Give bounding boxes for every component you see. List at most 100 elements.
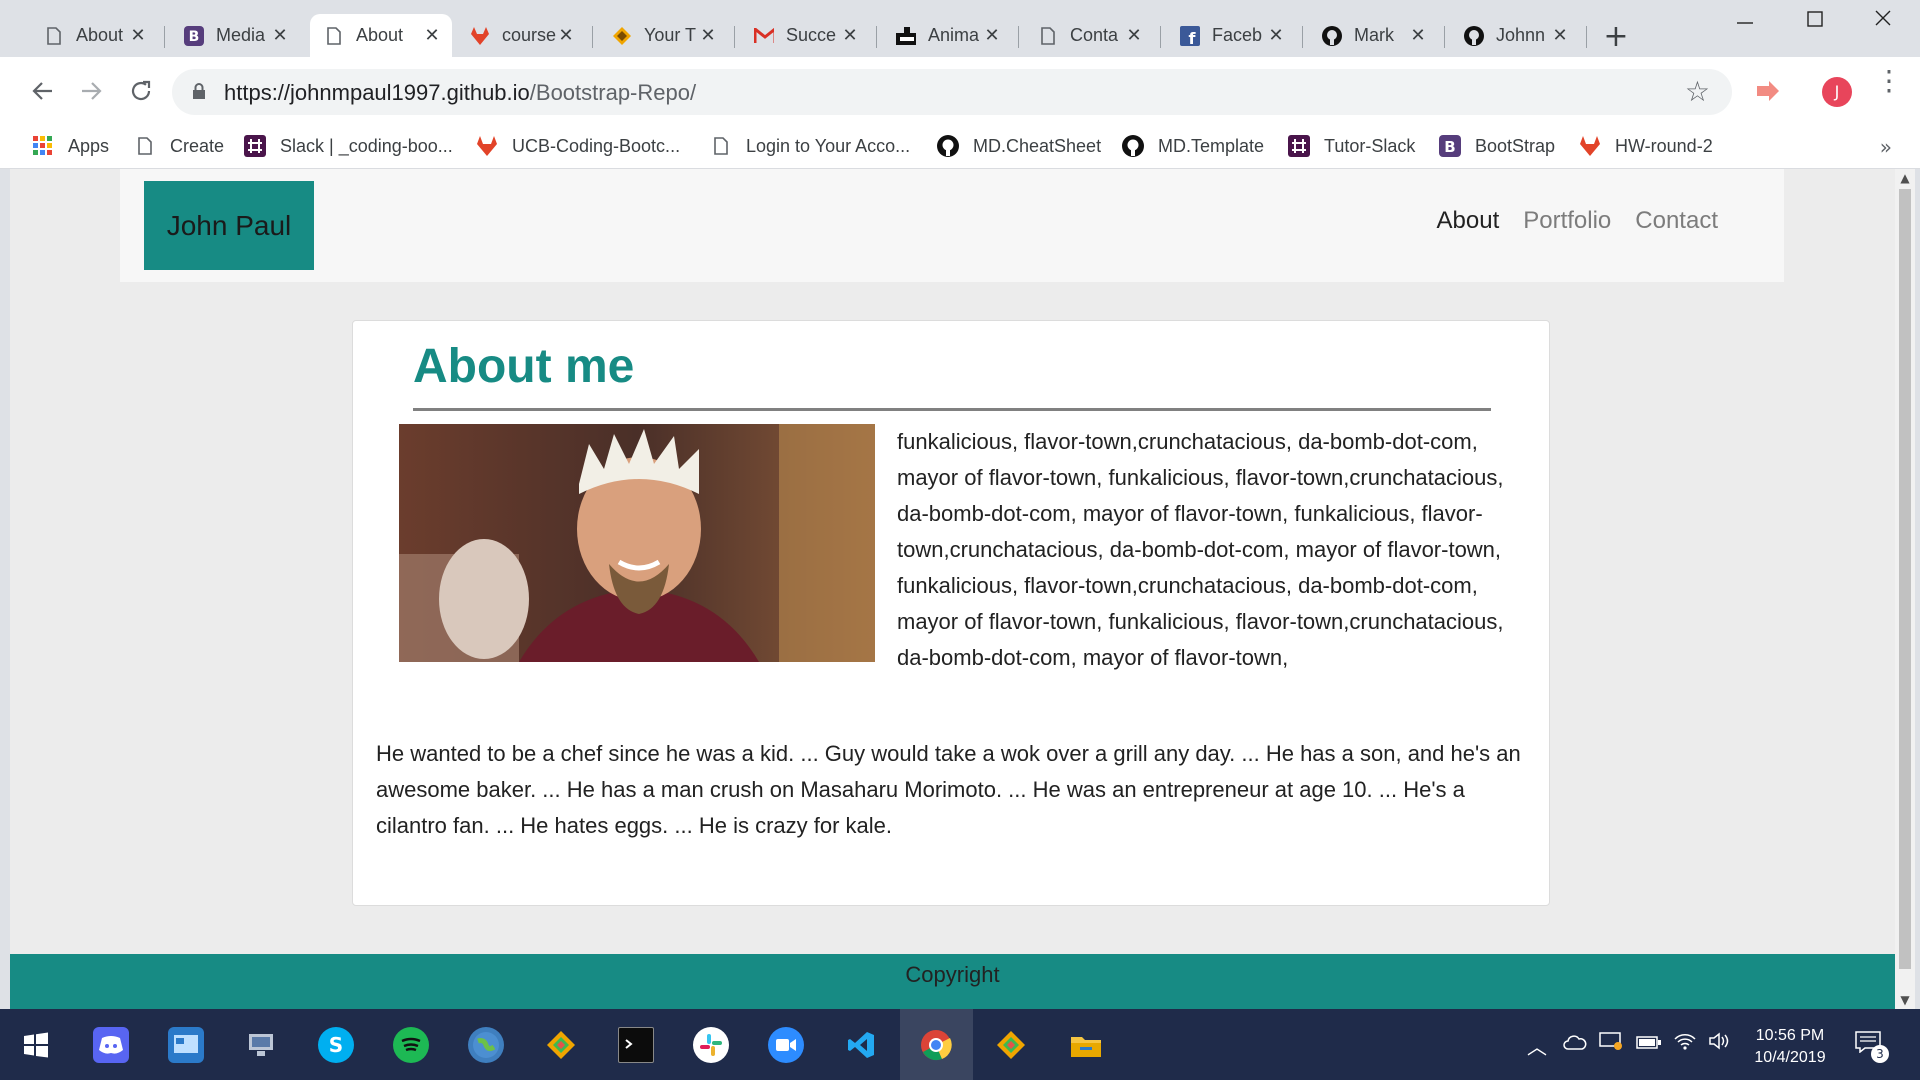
tab-1[interactable]: About ✕ bbox=[30, 14, 158, 57]
tab-separator bbox=[1586, 26, 1587, 48]
tab-10[interactable]: Mark ✕ bbox=[1308, 14, 1438, 57]
back-button[interactable] bbox=[25, 73, 61, 109]
minimize-button[interactable] bbox=[1720, 8, 1770, 38]
close-icon[interactable]: ✕ bbox=[270, 25, 290, 46]
bookmark-hw-round-2[interactable]: HW-round-2 bbox=[1579, 135, 1713, 157]
slack-icon[interactable] bbox=[693, 1027, 729, 1063]
browser-menu-icon[interactable]: ⋮ bbox=[1875, 67, 1903, 95]
close-icon[interactable]: ✕ bbox=[128, 25, 148, 46]
new-tab-button[interactable]: + bbox=[1600, 22, 1632, 54]
bookmark-label: Slack | _coding-boo... bbox=[280, 135, 453, 156]
apps-grid-icon bbox=[32, 135, 54, 157]
brand-logo[interactable]: John Paul bbox=[144, 181, 314, 270]
bookmark-md-template[interactable]: MD.Template bbox=[1122, 135, 1264, 157]
battery-icon[interactable] bbox=[1636, 1031, 1662, 1055]
control-panel-icon[interactable] bbox=[168, 1027, 204, 1063]
tab-3-active[interactable]: About ✕ bbox=[310, 14, 452, 57]
bookmark-md-cheatsheet[interactable]: MD.CheatSheet bbox=[937, 135, 1101, 157]
windows-start-icon[interactable] bbox=[18, 1027, 54, 1063]
scroll-thumb[interactable] bbox=[1899, 189, 1911, 969]
close-icon[interactable]: ✕ bbox=[698, 25, 718, 46]
close-window-button[interactable] bbox=[1858, 8, 1908, 38]
chrome-icon[interactable] bbox=[918, 1027, 954, 1063]
tab-title: Faceb bbox=[1212, 25, 1263, 45]
tab-5[interactable]: Your T ✕ bbox=[598, 14, 728, 57]
profile-avatar[interactable]: J bbox=[1822, 77, 1852, 107]
maximize-button[interactable] bbox=[1790, 8, 1840, 38]
git-kraken-icon[interactable] bbox=[993, 1027, 1029, 1063]
address-bar[interactable]: https://johnmpaul1997.github.io/Bootstra… bbox=[172, 69, 1732, 115]
taskbar-clock[interactable]: 10:56 PM 10/4/2019 bbox=[1745, 1025, 1835, 1069]
nav-contact-link[interactable]: Contact bbox=[1635, 207, 1718, 235]
network-icon[interactable] bbox=[243, 1027, 279, 1063]
about-card: About me funkalicious, flavor-town,crunc… bbox=[352, 320, 1550, 906]
slack-icon bbox=[244, 135, 266, 157]
close-icon[interactable]: ✕ bbox=[1408, 25, 1428, 46]
bookmark-login[interactable]: Login to Your Acco... bbox=[710, 135, 910, 157]
about-paragraph-2: He wanted to be a chef since he was a ki… bbox=[376, 741, 1521, 838]
page-scrollbar[interactable]: ▲ ▼ bbox=[1895, 169, 1915, 1009]
nav-portfolio-link[interactable]: Portfolio bbox=[1523, 207, 1611, 235]
onedrive-icon[interactable] bbox=[1563, 1031, 1587, 1055]
trello-icon bbox=[612, 26, 632, 46]
bookmarks-bar: Apps Create Slack | _coding-boo... UCB-C… bbox=[0, 127, 1920, 169]
bookmark-apps[interactable]: Apps bbox=[32, 135, 109, 157]
url-text: https://johnmpaul1997.github.io/Bootstra… bbox=[224, 80, 696, 106]
close-icon[interactable]: ✕ bbox=[982, 25, 1002, 46]
scroll-down-arrow-icon[interactable]: ▼ bbox=[1898, 993, 1912, 1007]
tab-7[interactable]: Anima ✕ bbox=[882, 14, 1012, 57]
bookmark-ucb-coding[interactable]: UCB-Coding-Bootc... bbox=[476, 135, 680, 157]
tab-9[interactable]: f Faceb ✕ bbox=[1166, 14, 1296, 57]
notification-center-icon[interactable]: 3 bbox=[1855, 1031, 1889, 1063]
bookmark-slack[interactable]: Slack | _coding-boo... bbox=[244, 135, 453, 157]
tab-6[interactable]: Succe ✕ bbox=[740, 14, 870, 57]
windows-taskbar: S ︿ 10:56 PM 10/4/2019 3 bbox=[0, 1009, 1920, 1080]
terminal-icon[interactable] bbox=[618, 1027, 654, 1063]
nav-links: About Portfolio Contact bbox=[1437, 207, 1718, 235]
bookmarks-overflow-button[interactable]: » bbox=[1880, 135, 1892, 159]
bookmark-tutor-slack[interactable]: Tutor-Slack bbox=[1288, 135, 1415, 157]
close-icon[interactable]: ✕ bbox=[1266, 25, 1286, 46]
tab-4[interactable]: course ✕ bbox=[456, 14, 586, 57]
url-host: https://johnmpaul1997.github.io bbox=[224, 80, 530, 105]
bookmark-label: UCB-Coding-Bootc... bbox=[512, 135, 681, 156]
zoom-icon[interactable] bbox=[768, 1027, 804, 1063]
svg-text:f: f bbox=[1189, 29, 1197, 46]
profile-photo bbox=[399, 424, 875, 662]
spotify-icon[interactable] bbox=[393, 1027, 429, 1063]
skype-icon[interactable]: S bbox=[318, 1027, 354, 1063]
bookmark-star-icon[interactable]: ☆ bbox=[1685, 75, 1710, 108]
display-icon[interactable] bbox=[1599, 1031, 1623, 1056]
globe-icon[interactable] bbox=[468, 1027, 504, 1063]
discord-icon[interactable] bbox=[93, 1027, 129, 1063]
close-icon[interactable]: ✕ bbox=[556, 25, 576, 46]
site-navbar: John Paul About Portfolio Contact bbox=[120, 169, 1784, 282]
scroll-up-arrow-icon[interactable]: ▲ bbox=[1898, 171, 1912, 185]
bookmark-label: Tutor-Slack bbox=[1324, 135, 1416, 156]
bookmark-label: BootStrap bbox=[1475, 135, 1556, 156]
close-icon[interactable]: ✕ bbox=[1124, 25, 1144, 46]
reload-button[interactable] bbox=[123, 73, 159, 109]
nav-about-link[interactable]: About bbox=[1437, 207, 1500, 235]
close-icon[interactable]: ✕ bbox=[422, 25, 442, 46]
forward-button[interactable] bbox=[73, 73, 109, 109]
volume-icon[interactable] bbox=[1708, 1031, 1730, 1056]
bookmark-bootstrap[interactable]: B BootStrap bbox=[1439, 135, 1555, 157]
tab-2[interactable]: B Media ✕ bbox=[170, 14, 300, 57]
svg-text:B: B bbox=[189, 29, 200, 45]
tab-11[interactable]: Johnn ✕ bbox=[1450, 14, 1580, 57]
close-icon[interactable]: ✕ bbox=[1550, 25, 1570, 46]
tab-separator bbox=[1160, 26, 1161, 48]
close-icon[interactable]: ✕ bbox=[840, 25, 860, 46]
tab-title: course bbox=[502, 25, 556, 45]
footer-copyright: Copyright bbox=[905, 962, 1000, 987]
tab-8[interactable]: Conta ✕ bbox=[1024, 14, 1154, 57]
file-explorer-icon[interactable] bbox=[1068, 1027, 1104, 1063]
wifi-icon[interactable] bbox=[1673, 1031, 1697, 1056]
extension-icon[interactable] bbox=[1755, 78, 1781, 104]
vscode-icon[interactable] bbox=[843, 1027, 879, 1063]
tab-title: Your T bbox=[644, 25, 697, 45]
git-kraken-icon[interactable] bbox=[543, 1027, 579, 1063]
bookmark-create[interactable]: Create bbox=[134, 135, 224, 157]
show-hidden-icons-icon[interactable]: ︿ bbox=[1527, 1031, 1547, 1060]
